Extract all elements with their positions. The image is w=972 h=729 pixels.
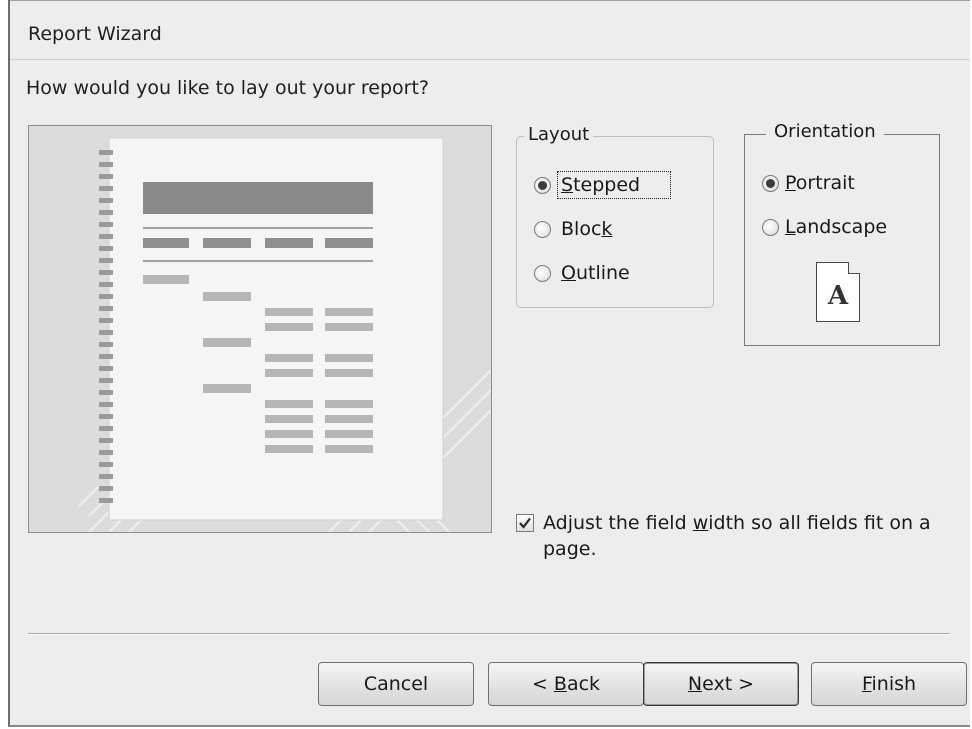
orientation-group-legend: Orientation (766, 121, 884, 142)
stepped-label: Stepped (556, 171, 672, 199)
stepped-radio[interactable] (534, 176, 551, 194)
layout-group-legend: Layout (524, 124, 594, 145)
layout-option-block[interactable]: Block (534, 216, 615, 242)
adjust-width-label: Adjust the field width so all fields fit… (543, 512, 931, 560)
portrait-label: Portrait (785, 172, 855, 194)
orientation-option-portrait[interactable]: Portrait (762, 170, 858, 196)
button-separator (28, 633, 950, 635)
outline-radio[interactable] (534, 264, 551, 282)
report-wizard-dialog: Report Wizard How would you like to lay … (8, 0, 970, 727)
layout-question: How would you like to lay out your repor… (26, 77, 429, 99)
landscape-radio[interactable] (762, 218, 779, 236)
portrait-radio[interactable] (762, 174, 779, 192)
orientation-option-landscape[interactable]: Landscape (762, 214, 890, 240)
layout-option-outline[interactable]: Outline (534, 260, 633, 286)
back-button[interactable]: < Back (488, 662, 644, 706)
adjust-width-option[interactable]: Adjust the field width so all fields fit… (516, 510, 956, 562)
page-letter: A (827, 281, 849, 311)
stepped-layout-preview-icon (78, 137, 492, 533)
next-button[interactable]: Next > (643, 662, 799, 706)
block-label: Block (561, 218, 613, 240)
layout-option-stepped[interactable]: Stepped (534, 171, 672, 199)
adjust-width-checkbox[interactable] (516, 514, 534, 532)
window-title: Report Wizard (28, 23, 162, 45)
block-radio[interactable] (534, 220, 551, 238)
layout-preview (28, 125, 492, 533)
title-bar: Report Wizard (10, 0, 970, 60)
check-mark-icon (519, 517, 531, 529)
finish-button[interactable]: Finish (811, 662, 967, 706)
portrait-page-icon: A (816, 262, 860, 322)
outline-label: Outline (561, 262, 630, 284)
cancel-button[interactable]: Cancel (318, 662, 474, 706)
page-corner-icon (848, 262, 860, 274)
landscape-label: Landscape (785, 216, 888, 238)
